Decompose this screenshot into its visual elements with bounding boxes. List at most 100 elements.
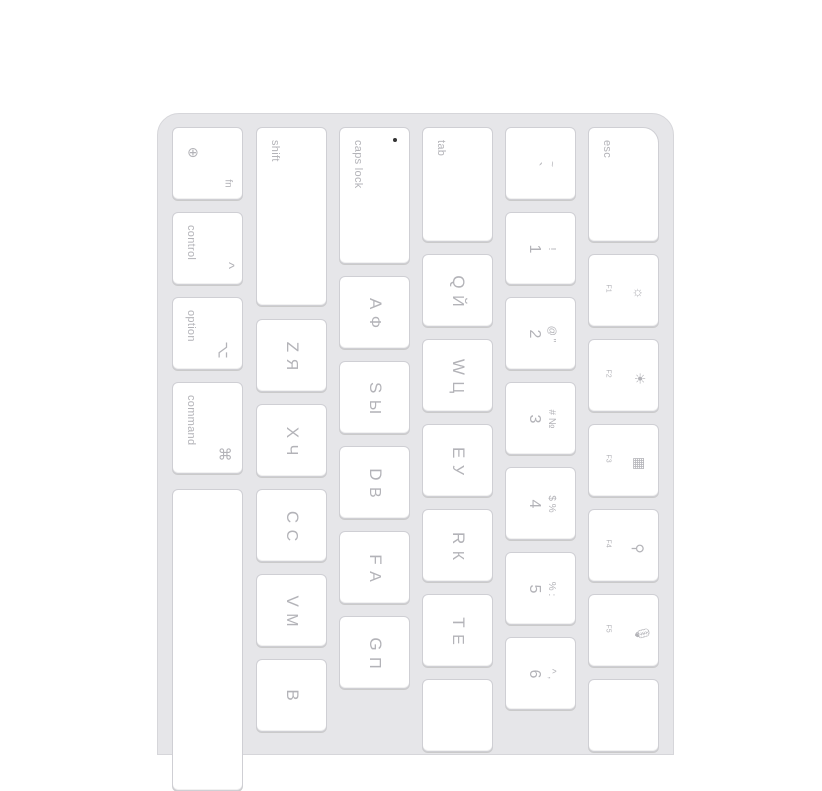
key-t[interactable]: T Е: [422, 594, 493, 667]
key-g-latin: G: [365, 636, 385, 651]
caps-lock-key[interactable]: caps lock: [339, 127, 410, 264]
key-g[interactable]: G П: [339, 616, 410, 689]
key-c[interactable]: C С: [256, 489, 327, 562]
key-1-main: !: [545, 247, 557, 250]
key-d[interactable]: D В: [339, 446, 410, 519]
key-t-latin: T: [448, 616, 468, 628]
key-q-cyrillic: Й: [448, 294, 466, 307]
key-a[interactable]: A Ф: [339, 276, 410, 349]
esc-label: esc: [601, 140, 613, 159]
key-f5-label: F5: [604, 624, 612, 633]
key-f5[interactable]: 🎙 F5: [588, 594, 659, 667]
key-s[interactable]: S Ы: [339, 361, 410, 434]
key-r-cyrillic: К: [448, 550, 466, 560]
command-key[interactable]: command ⌘: [172, 382, 243, 474]
brightness-down-icon: ☼: [631, 286, 648, 300]
key-f4[interactable]: ⚲ F4: [588, 509, 659, 582]
key-3-sub: 3: [525, 414, 543, 423]
key-1-sub: 1: [525, 244, 543, 253]
option-key[interactable]: option ⌥: [172, 297, 243, 370]
key-tilde-main: ~: [545, 160, 557, 167]
key-f1[interactable]: ☼ F1: [588, 254, 659, 327]
caps-lock-label: caps lock: [352, 140, 364, 189]
key-f6-partial[interactable]: [588, 679, 659, 752]
control-symbol: ^: [219, 261, 237, 270]
key-v-cyrillic: М: [282, 612, 300, 627]
key-1[interactable]: ! 1: [505, 212, 576, 285]
key-q[interactable]: Q Й: [422, 254, 493, 327]
command-label: command: [185, 395, 197, 446]
key-v-latin: V: [282, 594, 302, 607]
key-4-main: $ %: [545, 494, 557, 513]
key-f2-label: F2: [604, 369, 612, 378]
mission-control-icon: ▦: [632, 456, 649, 471]
key-w[interactable]: W Ц: [422, 339, 493, 412]
keyboard: ⊕ fn control ^ option ⌥ command ⌘ shift …: [157, 113, 674, 791]
esc-key[interactable]: esc: [588, 127, 659, 242]
key-a-cyrillic: Ф: [365, 315, 383, 328]
key-r-latin: R: [448, 531, 468, 544]
space-bar[interactable]: [172, 489, 243, 791]
key-6-main: ^ ,: [545, 668, 557, 679]
option-symbol: ⌥: [214, 341, 232, 359]
key-f4-label: F4: [604, 539, 612, 548]
key-f2[interactable]: ☀ F2: [588, 339, 659, 412]
key-b[interactable]: B: [256, 659, 327, 732]
key-c-latin: C: [282, 510, 302, 523]
key-6[interactable]: ^ ,6: [505, 637, 576, 710]
key-g-cyrillic: П: [365, 656, 383, 669]
search-icon: ⚲: [630, 543, 647, 554]
key-f[interactable]: F А: [339, 531, 410, 604]
key-f3[interactable]: ▦ F3: [588, 424, 659, 497]
key-z-latin: Z: [282, 341, 302, 352]
key-q-latin: Q: [448, 274, 468, 289]
key-z-cyrillic: Я: [282, 358, 300, 370]
tab-key[interactable]: tab: [422, 127, 493, 242]
microphone-icon: 🎙: [634, 624, 651, 643]
key-f-latin: F: [365, 553, 385, 565]
key-y-partial[interactable]: [422, 679, 493, 752]
key-e-latin: E: [448, 446, 468, 458]
key-v[interactable]: V М: [256, 574, 327, 647]
key-z[interactable]: Z Я: [256, 319, 327, 392]
key-r[interactable]: R К: [422, 509, 493, 582]
caps-lock-indicator: [393, 138, 397, 142]
key-x-cyrillic: Ч: [282, 444, 300, 455]
control-key[interactable]: control ^: [172, 212, 243, 285]
key-s-cyrillic: Ы: [365, 399, 383, 414]
key-b-latin: B: [282, 688, 302, 701]
key-3-main: # №: [545, 408, 557, 429]
command-symbol: ⌘: [215, 446, 233, 462]
key-w-cyrillic: Ц: [448, 380, 466, 393]
key-f3-label: F3: [604, 454, 612, 463]
key-e-cyrillic: У: [448, 464, 466, 475]
globe-icon: ⊕: [187, 144, 199, 160]
brightness-up-icon: ☀: [631, 372, 648, 385]
key-5-sub: 5: [525, 584, 543, 593]
option-label: option: [185, 310, 197, 342]
fn-key[interactable]: ⊕ fn: [172, 127, 243, 200]
key-4-sub: 4: [525, 499, 543, 508]
key-d-latin: D: [365, 467, 385, 481]
key-e[interactable]: E У: [422, 424, 493, 497]
key-t-cyrillic: Е: [448, 633, 466, 645]
key-tilde[interactable]: ~ `: [505, 127, 576, 200]
key-5[interactable]: % :5: [505, 552, 576, 625]
key-x[interactable]: X Ч: [256, 404, 327, 477]
shift-label: shift: [269, 140, 281, 162]
control-label: control: [185, 225, 197, 261]
key-tilde-sub: `: [525, 160, 543, 167]
key-3[interactable]: # № 3: [505, 382, 576, 455]
key-d-cyrillic: В: [365, 486, 383, 498]
key-2[interactable]: @ " 2: [505, 297, 576, 370]
key-f-cyrillic: А: [365, 570, 383, 582]
key-w-latin: W: [448, 358, 468, 375]
tab-label: tab: [435, 140, 447, 157]
key-a-latin: A: [365, 297, 385, 309]
fn-label: fn: [222, 179, 234, 188]
key-2-main: @ ": [545, 325, 557, 342]
key-5-main: % :: [545, 581, 557, 596]
shift-key[interactable]: shift: [256, 127, 327, 306]
key-6-sub: 6: [525, 669, 543, 678]
key-4[interactable]: $ % 4: [505, 467, 576, 540]
